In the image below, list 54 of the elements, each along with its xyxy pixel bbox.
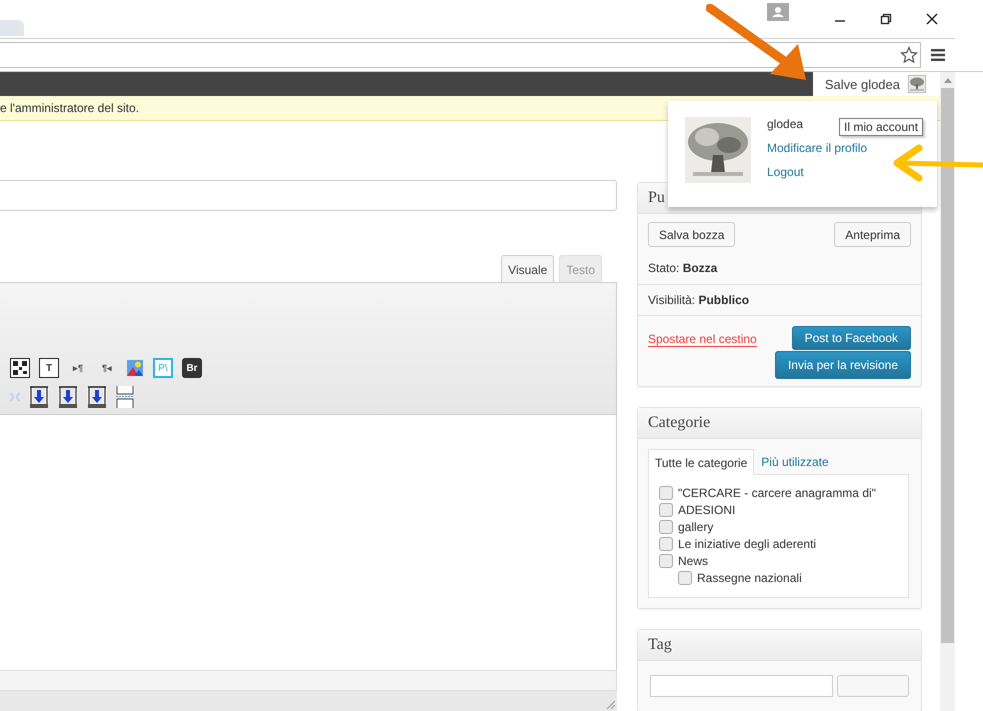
category-label: News bbox=[678, 554, 708, 568]
account-link[interactable]: Modificare il profilo bbox=[767, 141, 868, 155]
star-icon[interactable] bbox=[900, 46, 918, 64]
checkbox[interactable] bbox=[678, 571, 692, 585]
insert-row-icon[interactable] bbox=[87, 386, 107, 408]
trash-link[interactable]: Spostare nel cestino bbox=[648, 332, 757, 347]
save-draft-button[interactable]: Salva bozza bbox=[648, 222, 736, 247]
preview-button[interactable]: Anteprima bbox=[834, 222, 911, 247]
scroll-up-icon[interactable] bbox=[944, 78, 952, 83]
ltr-icon[interactable]: ▸¶ bbox=[68, 358, 88, 378]
scrollbar-thumb[interactable] bbox=[941, 88, 954, 643]
editor-tab[interactable]: Visuale bbox=[501, 255, 554, 283]
tooltip: Il mio account bbox=[839, 118, 924, 136]
category-label: "CERCARE - carcere anagramma di" bbox=[678, 486, 876, 500]
panel-title: Categorie bbox=[648, 414, 710, 432]
scrollbar[interactable] bbox=[940, 72, 955, 711]
add-tag-button[interactable] bbox=[837, 675, 909, 697]
notice-text: e l'amministratore del sito. bbox=[0, 101, 140, 116]
resize-handle-icon[interactable] bbox=[605, 699, 615, 709]
account-link[interactable]: Logout bbox=[767, 165, 804, 179]
plugin-icon[interactable]: Br bbox=[182, 358, 202, 378]
checkbox[interactable] bbox=[659, 554, 673, 568]
rtl-icon[interactable]: ¶◂ bbox=[97, 358, 117, 378]
checkbox[interactable] bbox=[659, 486, 673, 500]
submit-review-button[interactable]: Invia per la revisione bbox=[774, 351, 911, 379]
category-label: gallery bbox=[678, 520, 714, 534]
visibility-text: Visibilità: Pubblico bbox=[648, 293, 750, 307]
checkbox[interactable] bbox=[659, 503, 673, 517]
tag-field[interactable] bbox=[650, 675, 833, 697]
insert-row-icon[interactable] bbox=[58, 386, 78, 408]
panel-title: Pu bbox=[648, 189, 665, 207]
category-label: ADESIONI bbox=[678, 503, 736, 517]
menu-icon[interactable] bbox=[931, 49, 945, 61]
account-menu-toggle[interactable]: Salve glodea bbox=[812, 72, 940, 96]
category-label: Le iniziative degli aderenti bbox=[678, 537, 816, 551]
page-break-icon[interactable] bbox=[116, 386, 134, 408]
close-icon[interactable] bbox=[926, 13, 938, 25]
post-facebook-button[interactable]: Post to Facebook bbox=[792, 326, 911, 350]
username: glodea bbox=[767, 117, 804, 131]
person-icon[interactable] bbox=[767, 3, 789, 21]
category-label: Rassegne nazionali bbox=[697, 571, 802, 585]
status-text: Stato: Bozza bbox=[648, 261, 718, 275]
text-box-icon[interactable]: T bbox=[39, 358, 59, 378]
panel-title: Tag bbox=[648, 636, 672, 654]
category-tab[interactable]: Più utilizzate bbox=[754, 449, 836, 474]
address-field[interactable] bbox=[0, 42, 921, 68]
image-icon[interactable] bbox=[126, 359, 144, 377]
qr-code-icon[interactable] bbox=[10, 358, 30, 378]
category-tab[interactable]: Tutte le categorie bbox=[648, 449, 754, 475]
restore-icon[interactable] bbox=[880, 13, 892, 25]
insert-row-icon[interactable] bbox=[29, 386, 49, 408]
checkbox[interactable] bbox=[659, 520, 673, 534]
title-field[interactable] bbox=[0, 180, 617, 211]
checkbox[interactable] bbox=[659, 537, 673, 551]
